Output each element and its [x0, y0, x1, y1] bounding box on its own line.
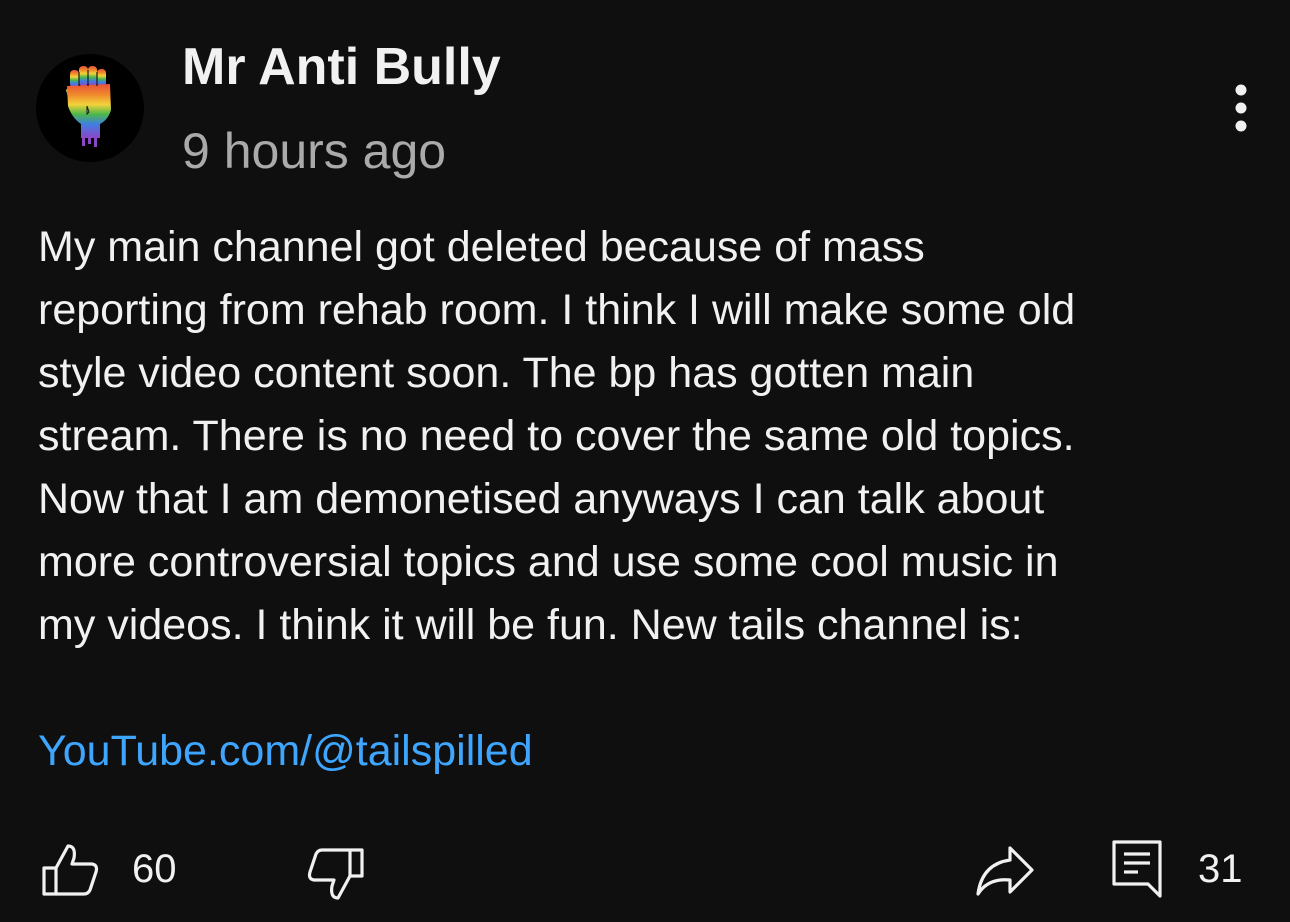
vertical-ellipsis-icon	[1235, 84, 1247, 132]
comment-icon	[1112, 840, 1162, 898]
rainbow-raised-fist-icon	[66, 66, 111, 147]
post-body-line: My main channel got deleted because of m…	[38, 223, 925, 271]
share-button[interactable]	[974, 842, 1036, 905]
post-body-line: stream. There is no need to cover the sa…	[38, 412, 1075, 460]
post-body-line: more controversial topics and use some c…	[38, 538, 1059, 586]
post-body: My main channel got deleted because of m…	[38, 216, 1258, 657]
comments-button[interactable]	[1110, 838, 1164, 905]
thumbs-down-icon	[307, 848, 364, 900]
post-body-line: Now that I am demonetised anyways I can …	[38, 475, 1045, 523]
more-options-button[interactable]	[1214, 80, 1268, 140]
post-body-line: style video content soon. The bp has got…	[38, 349, 975, 397]
post-body-line: reporting from rehab room. I think I wil…	[38, 286, 1076, 334]
channel-link[interactable]: YouTube.com/@tailspilled	[38, 720, 533, 783]
post-timestamp: 9 hours ago	[182, 123, 447, 179]
thumbs-up-icon	[42, 844, 99, 896]
author-name[interactable]: Mr Anti Bully	[182, 36, 501, 98]
like-button[interactable]	[40, 838, 102, 905]
share-arrow-icon	[976, 846, 1034, 896]
post-body-line: my videos. I think it will be fun. New t…	[38, 601, 1023, 649]
dislike-button[interactable]	[304, 844, 366, 911]
like-count: 60	[132, 847, 177, 891]
comment-count: 31	[1198, 847, 1243, 891]
channel-avatar[interactable]	[36, 54, 144, 162]
